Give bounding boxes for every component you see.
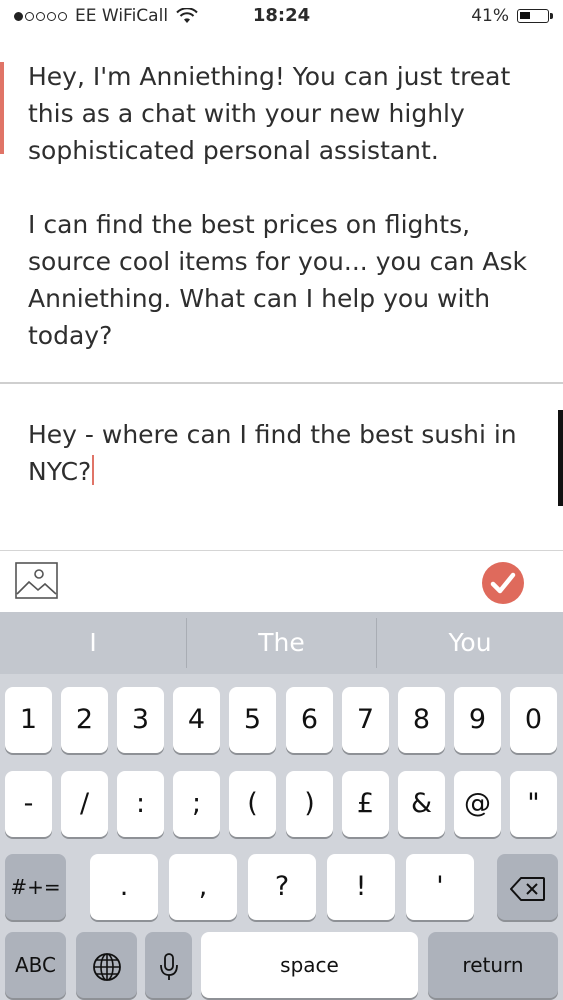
key[interactable]: ! bbox=[327, 854, 395, 920]
message-input[interactable]: Hey - where can I find the best sushi in… bbox=[28, 416, 528, 490]
key[interactable]: 0 bbox=[510, 687, 557, 753]
status-right: 41% bbox=[471, 6, 553, 26]
scroll-indicator bbox=[558, 410, 563, 506]
assistant-message-paragraph: Hey, I'm Anniething! You can just treat … bbox=[28, 62, 511, 165]
key[interactable]: 1 bbox=[5, 687, 52, 753]
key[interactable]: £ bbox=[342, 771, 389, 837]
image-icon[interactable] bbox=[15, 562, 58, 599]
key[interactable]: @ bbox=[454, 771, 501, 837]
key[interactable]: 3 bbox=[117, 687, 164, 753]
battery-icon bbox=[517, 9, 553, 23]
backspace-key[interactable] bbox=[497, 854, 558, 920]
symbols-key[interactable]: #+= bbox=[5, 854, 66, 920]
suggestion-item[interactable]: I bbox=[0, 612, 186, 674]
keyboard: I The You 1 2 3 4 5 6 7 8 9 0 - / : ; ( … bbox=[0, 612, 563, 1000]
send-button[interactable] bbox=[482, 562, 524, 604]
key[interactable]: 6 bbox=[286, 687, 333, 753]
globe-icon bbox=[92, 952, 121, 981]
message-divider bbox=[0, 382, 563, 384]
microphone-icon bbox=[159, 952, 178, 980]
key[interactable]: 8 bbox=[398, 687, 445, 753]
abc-key[interactable]: ABC bbox=[5, 932, 66, 998]
space-key[interactable]: space bbox=[201, 932, 418, 998]
key[interactable]: - bbox=[5, 771, 52, 837]
key[interactable]: ' bbox=[406, 854, 474, 920]
battery-percent: 41% bbox=[471, 6, 509, 26]
key[interactable]: . bbox=[90, 854, 158, 920]
key[interactable]: 2 bbox=[61, 687, 108, 753]
status-bar: EE WiFiCall 18:24 41% bbox=[0, 0, 563, 34]
return-key[interactable]: return bbox=[428, 932, 558, 998]
key[interactable]: ) bbox=[286, 771, 333, 837]
message-accent-bar bbox=[0, 62, 4, 154]
message-input-value: Hey - where can I find the best sushi in… bbox=[28, 420, 517, 486]
key[interactable]: ? bbox=[248, 854, 316, 920]
assistant-message-paragraph: I can find the best prices on flights, s… bbox=[28, 210, 528, 350]
key[interactable]: : bbox=[117, 771, 164, 837]
key[interactable]: 7 bbox=[342, 687, 389, 753]
globe-key[interactable] bbox=[76, 932, 137, 998]
text-caret bbox=[92, 455, 95, 485]
key[interactable]: 5 bbox=[229, 687, 276, 753]
toolbar-divider bbox=[0, 550, 563, 551]
suggestion-item[interactable]: The bbox=[187, 612, 376, 674]
key[interactable]: ; bbox=[173, 771, 220, 837]
key[interactable]: & bbox=[398, 771, 445, 837]
key[interactable]: ( bbox=[229, 771, 276, 837]
key[interactable]: / bbox=[61, 771, 108, 837]
assistant-message: Hey, I'm Anniething! You can just treat … bbox=[28, 58, 538, 391]
backspace-icon bbox=[509, 876, 545, 901]
key[interactable]: , bbox=[169, 854, 237, 920]
suggestion-bar: I The You bbox=[0, 612, 563, 674]
key[interactable]: 4 bbox=[173, 687, 220, 753]
checkmark-icon bbox=[490, 572, 516, 594]
suggestion-item[interactable]: You bbox=[377, 612, 563, 674]
key[interactable]: 9 bbox=[454, 687, 501, 753]
dictation-key[interactable] bbox=[145, 932, 192, 998]
key[interactable]: " bbox=[510, 771, 557, 837]
